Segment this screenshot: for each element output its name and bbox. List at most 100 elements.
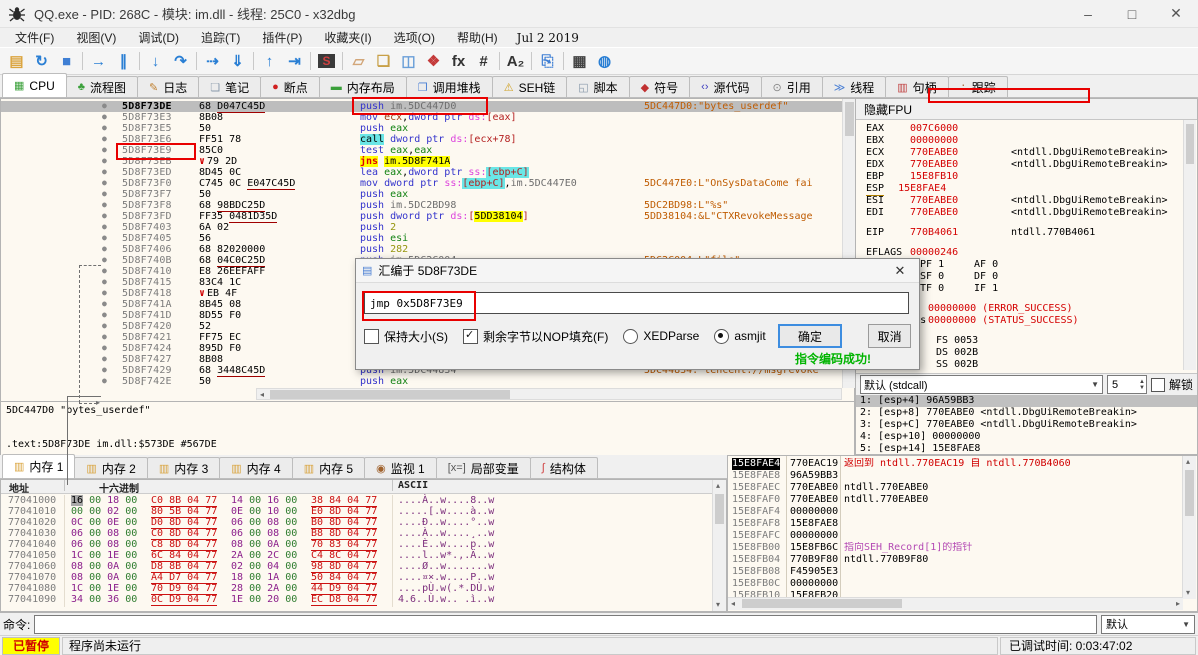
breakpoint-dot-icon[interactable]: ● bbox=[102, 331, 107, 342]
stack-horizontal-scrollbar[interactable]: ◂ ▸ bbox=[728, 597, 1183, 610]
disasm-row[interactable]: ● 5D8F73F0 C745 0C E047C45D mov dword ptr s… bbox=[1, 178, 842, 190]
breakpoint-dot-icon[interactable]: ● bbox=[102, 122, 107, 133]
stack-panel[interactable]: 15E8FAE4 770EAC19 返回到 ntdll.770EAC19 自 ntd… bbox=[727, 455, 1198, 612]
maximize-button[interactable]: □ bbox=[1110, 0, 1154, 27]
breakpoint-dot-icon[interactable]: ● bbox=[102, 353, 107, 364]
registers-scrollbar[interactable] bbox=[1183, 120, 1196, 370]
dump-vertical-scrollbar[interactable]: ▴ ▾ bbox=[712, 480, 726, 611]
dump-row[interactable]: 77041060 08 00 0A 00 D8 8B 04 77 02 00 04 0… bbox=[1, 561, 711, 573]
disasm-row[interactable]: ● 5D8F73DE 68 D047C45D push im.5DC447D0 5DC4… bbox=[1, 101, 842, 113]
tab-监视 1[interactable]: ◉ 监视 1 bbox=[364, 457, 437, 478]
tab-句柄[interactable]: ▥ 句柄 bbox=[885, 76, 949, 97]
breakpoint-dot-icon[interactable]: ● bbox=[102, 210, 107, 221]
tab-调用堆栈[interactable]: ❐ 调用堆栈 bbox=[405, 76, 493, 97]
comment-icon[interactable]: ❏ bbox=[371, 50, 396, 73]
unlock-checkbox[interactable] bbox=[1150, 377, 1165, 392]
step-out-icon[interactable]: ↑ bbox=[257, 50, 282, 73]
tab-线程[interactable]: ≫ 线程 bbox=[821, 76, 887, 97]
disasm-row[interactable]: ● 5D8F73FD FF35 0481D35D push dword ptr ds:… bbox=[1, 210, 842, 223]
dump-row[interactable]: 77041020 0C 00 0E 00 D0 8D 04 77 06 00 08 0… bbox=[1, 517, 711, 529]
breakpoint-dot-icon[interactable]: ● bbox=[102, 111, 107, 122]
tab-符号[interactable]: ◆ 符号 bbox=[628, 76, 691, 97]
disasm-horizontal-scrollbar[interactable]: ◂ bbox=[256, 388, 842, 400]
tab-笔记[interactable]: ❏ 笔记 bbox=[198, 76, 262, 97]
scroll-thumb[interactable] bbox=[1185, 470, 1194, 516]
scroll-thumb[interactable] bbox=[270, 390, 510, 399]
dump-row[interactable]: 77041080 1C 00 1E 00 70 D9 04 77 28 00 2A 0… bbox=[1, 583, 711, 595]
run-to-user-code-icon[interactable]: ⇥ bbox=[282, 50, 307, 73]
command-input[interactable] bbox=[34, 614, 1097, 634]
step-over-icon[interactable]: ↷ bbox=[168, 50, 193, 73]
open-folder-icon[interactable]: ▤ bbox=[4, 50, 29, 73]
argument-count-stepper[interactable]: 5 ▲ ▼ bbox=[1106, 375, 1147, 394]
disasm-row[interactable]: ● 5D8F73EB ∨ 79 2D jns im.5D8F741A bbox=[1, 156, 842, 167]
disasm-row[interactable]: ● 5D8F73F7 50 push eax bbox=[1, 189, 842, 200]
dump-row[interactable]: 77041010 00 00 02 00 80 5B 04 77 0E 00 10 0… bbox=[1, 506, 711, 518]
stack-row[interactable]: 15E8FB04 770B9F80 ntdll.770B9F80 bbox=[728, 554, 1183, 566]
stack-row[interactable]: 15E8FAF4 00000000 bbox=[728, 506, 1183, 518]
tab-CPU[interactable]: ▦ CPU bbox=[2, 73, 67, 97]
stack-row[interactable]: 15E8FAE8 96A59BB3 bbox=[728, 470, 1183, 482]
stack-vertical-scrollbar[interactable]: ▴ ▾ bbox=[1182, 456, 1196, 599]
breakpoint-dot-icon[interactable]: ● bbox=[102, 101, 107, 111]
xedparse-radio[interactable] bbox=[623, 328, 639, 344]
tab-局部变量[interactable]: [x=] 局部变量 bbox=[435, 457, 531, 478]
breakpoint-dot-icon[interactable]: ● bbox=[102, 133, 107, 144]
tab-结构体[interactable]: ∫ 结构体 bbox=[529, 457, 598, 478]
command-mode-select[interactable]: 默认 ▼ bbox=[1101, 614, 1195, 634]
menu-item-0[interactable]: 文件(F) bbox=[4, 29, 65, 46]
stack-row[interactable]: 15E8FB08 F45905E3 bbox=[728, 566, 1183, 578]
breakpoint-dot-icon[interactable]: ● bbox=[102, 188, 107, 199]
scroll-up-icon[interactable]: ▴ bbox=[716, 481, 720, 491]
help-globe-icon[interactable]: ◍ bbox=[592, 50, 617, 73]
disasm-row[interactable]: ● 5D8F73E6 FF51 78 call dword ptr ds:[ecx+7… bbox=[1, 134, 842, 145]
stop-icon[interactable]: ■ bbox=[54, 50, 79, 73]
disasm-row[interactable]: ● 5D8F73E3 8B08 mov ecx,dword ptr ds:[eax] bbox=[1, 112, 842, 123]
disasm-row[interactable]: ● 5D8F73ED 8D45 0C lea eax,dword ptr ss:[eb… bbox=[1, 167, 842, 178]
function-icon[interactable]: fx bbox=[446, 50, 471, 73]
argument-row[interactable]: 3: [esp+C] 770EABE0 <ntdll.DbgUiRemoteBr… bbox=[856, 419, 1197, 431]
breakpoint-dot-icon[interactable]: ● bbox=[102, 243, 107, 254]
menu-item-1[interactable]: 视图(V) bbox=[65, 29, 127, 46]
memory-dump-panel[interactable]: 地址 十六进制 ASCII 77041000 16 00 18 00 C0 8B 0… bbox=[0, 479, 727, 612]
asmjit-radio[interactable] bbox=[714, 328, 730, 344]
dump-row[interactable]: 77041030 06 00 08 00 C0 8D 04 77 06 00 08 0… bbox=[1, 528, 711, 540]
tab-内存 4[interactable]: ▥ 内存 4 bbox=[219, 457, 293, 478]
breakpoint-dot-icon[interactable]: ● bbox=[102, 265, 107, 276]
step-into-icon[interactable]: ↓ bbox=[143, 50, 168, 73]
disasm-row[interactable]: ● 5D8F73F8 68 98BDC25D push im.5DC2BD98 5DC2… bbox=[1, 199, 842, 212]
stepper-arrows-icon[interactable]: ▲ ▼ bbox=[1139, 379, 1146, 391]
stack-row[interactable]: 15E8FB0C 00000000 bbox=[728, 578, 1183, 590]
disasm-row[interactable]: ● 5D8F73E5 50 push eax bbox=[1, 123, 842, 134]
tab-脚本[interactable]: ◱ 脚本 bbox=[566, 76, 630, 97]
breakpoint-dot-icon[interactable]: ● bbox=[102, 199, 107, 210]
scroll-up-icon[interactable]: ▴ bbox=[1186, 457, 1190, 467]
dump-row[interactable]: 77041070 08 00 0A 00 A4 D7 04 77 18 00 1A 0… bbox=[1, 572, 711, 584]
breakpoint-dot-icon[interactable]: ● bbox=[102, 309, 107, 320]
disasm-row[interactable]: ● 5D8F7405 56 push esi bbox=[1, 233, 842, 244]
breakpoint-dot-icon[interactable]: ● bbox=[102, 287, 107, 298]
minimize-button[interactable]: – bbox=[1066, 0, 1110, 27]
dialog-titlebar[interactable]: ▤ 汇编于 5D8F73DE ✕ bbox=[356, 259, 919, 283]
stack-row[interactable]: 15E8FAEC 770EABE0 ntdll.770EABE0 bbox=[728, 482, 1183, 494]
breakpoint-dot-icon[interactable]: ● bbox=[102, 320, 107, 331]
variables-icon[interactable]: ⎘ bbox=[535, 50, 560, 73]
tab-内存 5[interactable]: ▥ 内存 5 bbox=[291, 457, 366, 478]
scroll-thumb[interactable] bbox=[715, 494, 724, 524]
menu-item-7[interactable]: 帮助(H) bbox=[446, 29, 509, 46]
close-button[interactable]: ✕ bbox=[1154, 0, 1198, 27]
scroll-down-icon[interactable]: ▾ bbox=[1186, 588, 1190, 598]
breakpoint-dot-icon[interactable]: ● bbox=[102, 298, 107, 309]
ok-button[interactable]: 确定 bbox=[777, 324, 843, 348]
argument-row[interactable]: 2: [esp+8] 770EABE0 <ntdll.DbgUiRemoteBr… bbox=[856, 407, 1197, 419]
disasm-row[interactable]: ● 5D8F7406 68 82020000 push 282 bbox=[1, 244, 842, 255]
menu-item-4[interactable]: 插件(P) bbox=[251, 29, 313, 46]
run-icon[interactable]: → bbox=[86, 50, 111, 73]
scroll-left-icon[interactable]: ◂ bbox=[260, 390, 264, 400]
breakpoint-dot-icon[interactable]: ● bbox=[102, 276, 107, 287]
argument-row[interactable]: 5: [esp+14] 15E8FAE8 bbox=[856, 443, 1197, 455]
breakpoint-dot-icon[interactable]: ● bbox=[102, 375, 107, 386]
dump-row[interactable]: 77041000 16 00 18 00 C0 8B 04 77 14 00 16 0… bbox=[1, 495, 711, 507]
breakpoint-dot-icon[interactable]: ● bbox=[102, 342, 107, 353]
tab-跟踪[interactable]: ∴ 跟踪 bbox=[947, 76, 1008, 97]
